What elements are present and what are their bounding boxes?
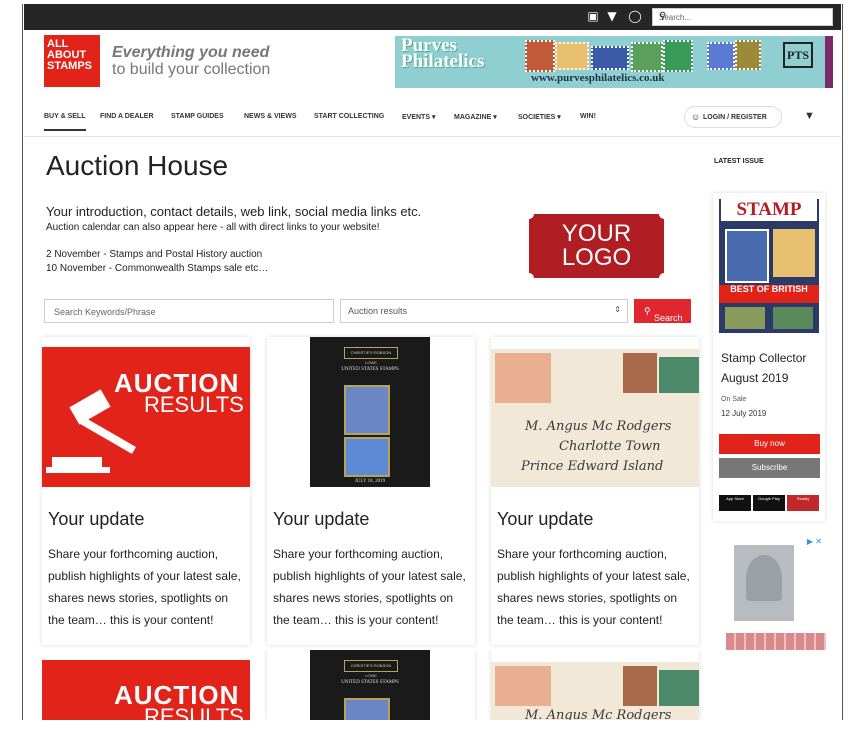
auction-results-image: AUCTION RESULTS — [42, 347, 250, 487]
nav-start-collecting[interactable]: START COLLECTING — [314, 113, 384, 120]
app-store-badge[interactable]: App Store — [719, 495, 751, 511]
page-continued: AUCTION RESULTS CHRISTIE'S ROBSON LOWE U… — [24, 650, 841, 720]
intro-text: Your introduction, contact details, web … — [46, 204, 422, 219]
top-search-input[interactable]: Search... ⚲ — [652, 8, 833, 26]
sidebar-advert[interactable]: ▶ ✕ — [726, 537, 826, 650]
ad-choices-icon[interactable]: ▶ ✕ — [807, 537, 822, 546]
google-play-badge[interactable]: Google Play — [753, 495, 785, 511]
card-title[interactable]: Your update — [497, 509, 593, 530]
calendar-item: 10 November - Commonwealth Stamps sale e… — [46, 263, 269, 274]
card-text: Share your forthcoming auction, publish … — [48, 547, 241, 627]
auction-catalogue-image: CHRISTIE'S ROBSON LOWE UNITED STATES STA… — [310, 650, 430, 720]
category-select[interactable]: Auction results ⇕ — [340, 299, 628, 323]
nav-win[interactable]: WIN! — [580, 113, 596, 120]
nav-stamp-guides[interactable]: STAMP GUIDES — [171, 113, 224, 120]
nav-find-dealer[interactable]: FIND A DEALER — [100, 113, 154, 120]
select-arrow-icon: ⇕ — [614, 305, 621, 314]
advert-tab — [825, 36, 833, 88]
stamp-strip-image — [726, 633, 826, 650]
window-edge-right — [842, 4, 843, 720]
update-card[interactable]: M. Angus Mc Rodgers — [491, 650, 699, 720]
nav-events[interactable]: EVENTS ▾ — [402, 113, 435, 121]
search-button[interactable]: ⚲ Search — [634, 299, 691, 323]
intro-subtext: Auction calendar can also appear here - … — [46, 222, 380, 233]
card-text: Share your forthcoming auction, publish … — [273, 547, 466, 627]
page: ▣ ▼ ◯ Search... ⚲ ALL ABOUT STAMPS Every… — [24, 4, 841, 650]
advert-url: www.purvesphilatelics.co.uk — [531, 72, 665, 84]
nav-news-views[interactable]: NEWS & VIEWS — [244, 113, 297, 120]
nav-magazine[interactable]: MAGAZINE ▾ — [454, 113, 497, 121]
card-title[interactable]: Your update — [48, 509, 144, 530]
calendar-item: 2 November - Stamps and Postal History a… — [46, 249, 263, 260]
magazine-name: Stamp Collector — [721, 351, 807, 365]
page-title: Auction House — [46, 150, 229, 181]
nav-buy-sell[interactable]: BUY & SELL — [44, 113, 86, 131]
update-card[interactable]: AUCTION RESULTS Your update Share your f… — [42, 337, 250, 645]
buy-now-button[interactable]: Buy now — [719, 434, 820, 454]
site-logo[interactable]: ALL ABOUT STAMPS — [44, 35, 100, 87]
auction-results-image: AUCTION RESULTS — [42, 660, 250, 720]
magazine-cover[interactable]: STAMP BEST OF BRITISH — [719, 199, 819, 333]
advert-name: Purves Philatelics — [401, 36, 485, 72]
update-card[interactable]: M. Angus Mc Rodgers Charlotte Town Princ… — [491, 337, 699, 645]
keyword-search-input[interactable]: Search Keywords/Phrase — [44, 299, 334, 323]
instagram-icon[interactable]: ◯ — [628, 9, 642, 23]
card-text: Share your forthcoming auction, publish … — [497, 547, 690, 627]
auction-catalogue-image: CHRISTIE'S ROBSON LOWE UNITED STATES STA… — [267, 337, 475, 487]
your-logo-placeholder: YOUR LOGO — [524, 209, 669, 283]
latest-issue-card: STAMP BEST OF BRITISH Stamp Collector Au… — [713, 193, 825, 521]
window-edge-left — [22, 4, 23, 720]
magazine-issue: August 2019 — [721, 371, 789, 385]
on-sale-label: On Sale — [721, 396, 747, 403]
subscribe-button[interactable]: Subscribe — [719, 458, 820, 478]
update-card[interactable]: CHRISTIE'S ROBSON LOWE UNITED STATES STA… — [267, 650, 475, 720]
top-bar: ▣ ▼ ◯ Search... ⚲ — [24, 4, 841, 30]
gavel-icon — [46, 389, 136, 473]
latest-issue-heading: LATEST ISSUE — [714, 158, 764, 165]
search-icon[interactable]: ⚲ — [659, 11, 827, 22]
pts-badge: PTS — [783, 42, 813, 68]
envelope-image: M. Angus Mc Rodgers Charlotte Town Princ… — [491, 349, 699, 487]
card-title[interactable]: Your update — [273, 509, 369, 530]
on-sale-date: 12 July 2019 — [721, 409, 767, 418]
readly-badge[interactable]: Readly — [787, 495, 819, 511]
nav-societies[interactable]: SOCIETIES ▾ — [518, 113, 561, 121]
main-nav: BUY & SELL FIND A DEALER STAMP GUIDES NE… — [24, 96, 841, 137]
update-card[interactable]: CHRISTIE'S ROBSON LOWE UNITED STATES STA… — [267, 337, 475, 645]
envelope-image: M. Angus Mc Rodgers — [491, 662, 699, 720]
machin-stamp-image — [734, 545, 794, 621]
twitter-icon[interactable]: ▼ — [605, 9, 619, 23]
cart-icon[interactable]: ▼ — [804, 110, 815, 122]
user-icon: ☺ — [691, 112, 701, 122]
facebook-icon[interactable]: ▣ — [586, 9, 600, 23]
login-register-button[interactable]: ☺ LOGIN / REGISTER — [684, 106, 782, 128]
advert-banner[interactable]: Purves Philatelics www.purvesphilatelics.… — [395, 36, 833, 88]
site-tagline: Everything you need to build your collec… — [112, 44, 271, 78]
